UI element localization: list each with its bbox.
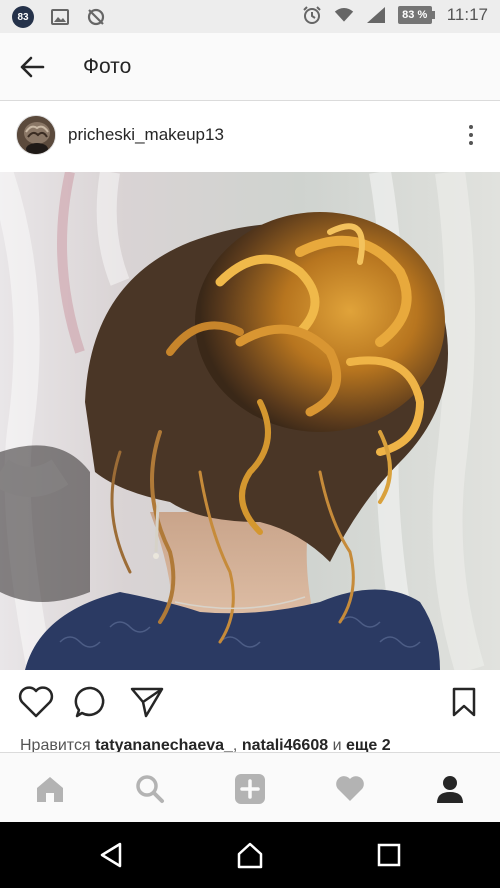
arrow-left-icon bbox=[20, 56, 45, 78]
image-icon bbox=[50, 7, 70, 27]
home-circle-icon bbox=[237, 842, 263, 869]
nav-add[interactable] bbox=[230, 771, 270, 807]
nav-home[interactable] bbox=[30, 771, 70, 807]
notification-badge: 83 bbox=[12, 6, 34, 28]
clock: 11:17 bbox=[446, 5, 488, 24]
like-button[interactable] bbox=[16, 682, 56, 722]
bottom-navigation bbox=[0, 752, 500, 822]
search-icon bbox=[136, 775, 164, 803]
share-icon bbox=[130, 687, 164, 718]
system-back-button[interactable] bbox=[94, 839, 128, 871]
app-header: Фото bbox=[0, 33, 500, 101]
share-button[interactable] bbox=[127, 682, 167, 722]
system-home-button[interactable] bbox=[233, 839, 267, 871]
alarm-icon bbox=[302, 5, 322, 25]
recents-square-icon bbox=[377, 843, 401, 867]
no-sync-icon bbox=[86, 7, 106, 27]
status-bar-left: 83 bbox=[12, 6, 106, 28]
post-actions bbox=[0, 682, 500, 728]
hairstyle-photo-image bbox=[0, 172, 500, 670]
more-options-button[interactable] bbox=[464, 122, 478, 148]
nav-activity[interactable] bbox=[330, 771, 370, 807]
post-photo[interactable] bbox=[0, 172, 500, 670]
signal-icon bbox=[366, 5, 386, 25]
back-button[interactable] bbox=[16, 53, 48, 81]
battery-indicator: 83 % bbox=[397, 6, 435, 24]
battery-level: 83 % bbox=[397, 6, 432, 24]
bookmark-icon bbox=[452, 687, 476, 717]
nav-search[interactable] bbox=[130, 771, 170, 807]
post-header: pricheski_makeup13 bbox=[0, 108, 500, 168]
profile-icon bbox=[437, 776, 463, 803]
add-icon bbox=[235, 774, 265, 804]
avatar[interactable] bbox=[16, 115, 56, 155]
nav-profile[interactable] bbox=[430, 771, 470, 807]
post-username[interactable]: pricheski_makeup13 bbox=[68, 125, 224, 145]
status-bar-right: 83 % 11:17 bbox=[302, 5, 488, 25]
wifi-icon bbox=[334, 5, 354, 25]
activity-heart-icon bbox=[336, 776, 364, 801]
heart-icon bbox=[18, 686, 54, 718]
back-triangle-icon bbox=[100, 842, 122, 868]
page-title: Фото bbox=[83, 55, 132, 78]
save-button[interactable] bbox=[444, 682, 484, 722]
comment-icon bbox=[74, 686, 105, 718]
system-recents-button[interactable] bbox=[372, 839, 406, 871]
home-icon bbox=[37, 777, 63, 802]
vertical-dots-icon bbox=[469, 125, 473, 129]
android-navigation-bar bbox=[0, 822, 500, 888]
status-bar: 83 83 % 11:17 bbox=[0, 0, 500, 33]
comment-button[interactable] bbox=[71, 682, 111, 722]
